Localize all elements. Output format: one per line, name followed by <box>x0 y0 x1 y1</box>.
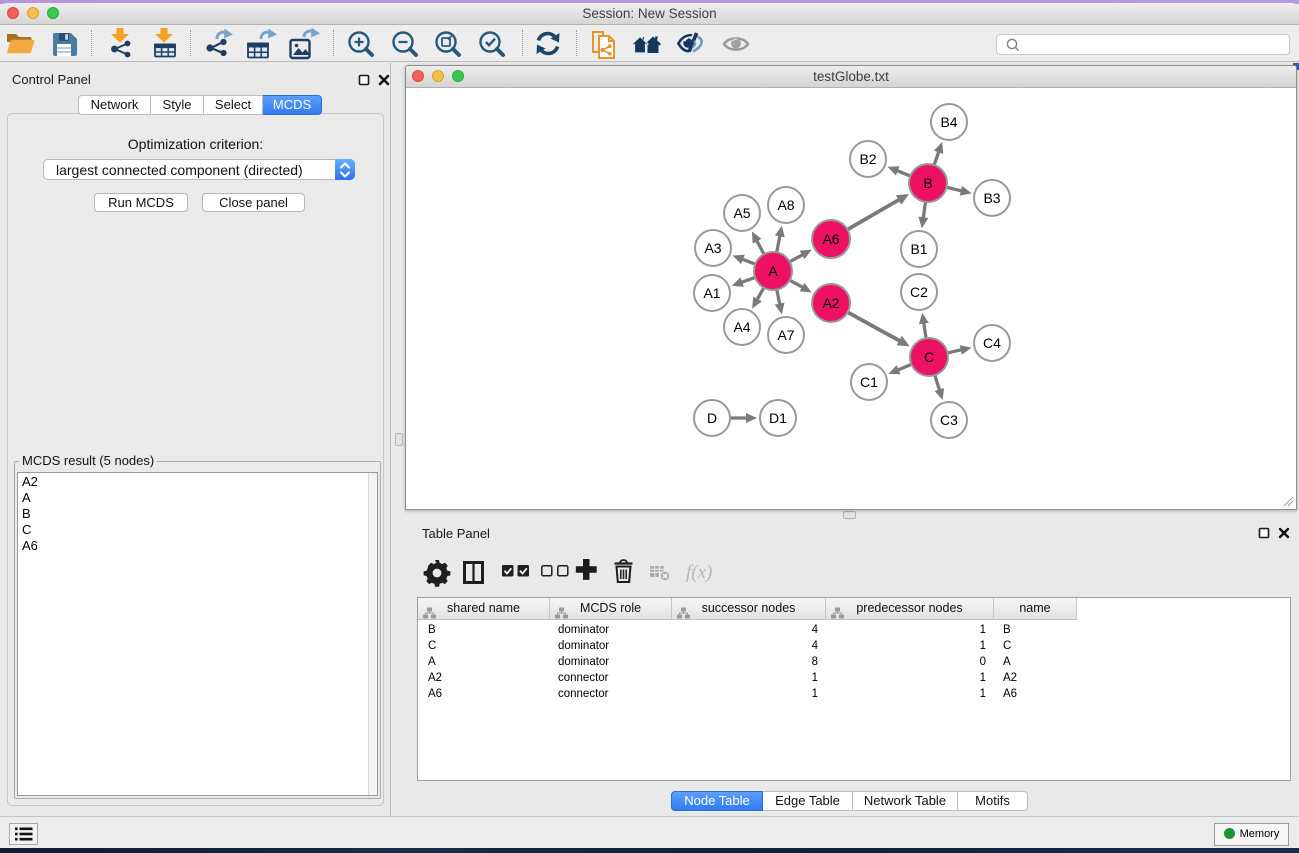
svg-text:A8: A8 <box>777 197 794 213</box>
svg-text:B2: B2 <box>859 151 876 167</box>
svg-text:D: D <box>707 410 717 426</box>
svg-text:C: C <box>924 349 934 365</box>
svg-text:f(x): f(x) <box>686 562 712 583</box>
svg-text:C2: C2 <box>910 284 928 300</box>
svg-text:D1: D1 <box>769 410 787 426</box>
svg-text:B1: B1 <box>910 241 927 257</box>
svg-text:B4: B4 <box>940 114 957 130</box>
svg-text:B3: B3 <box>983 190 1000 206</box>
svg-text:A7: A7 <box>777 327 794 343</box>
svg-text:A1: A1 <box>703 285 720 301</box>
svg-text:C4: C4 <box>983 335 1001 351</box>
svg-text:A: A <box>768 263 778 279</box>
svg-text:C3: C3 <box>940 412 958 428</box>
svg-text:A4: A4 <box>733 319 750 335</box>
svg-text:A3: A3 <box>704 240 721 256</box>
svg-text:B: B <box>923 175 932 191</box>
svg-text:A5: A5 <box>733 205 750 221</box>
svg-text:A6: A6 <box>822 231 839 247</box>
svg-text:A2: A2 <box>822 295 839 311</box>
svg-text:C1: C1 <box>860 374 878 390</box>
